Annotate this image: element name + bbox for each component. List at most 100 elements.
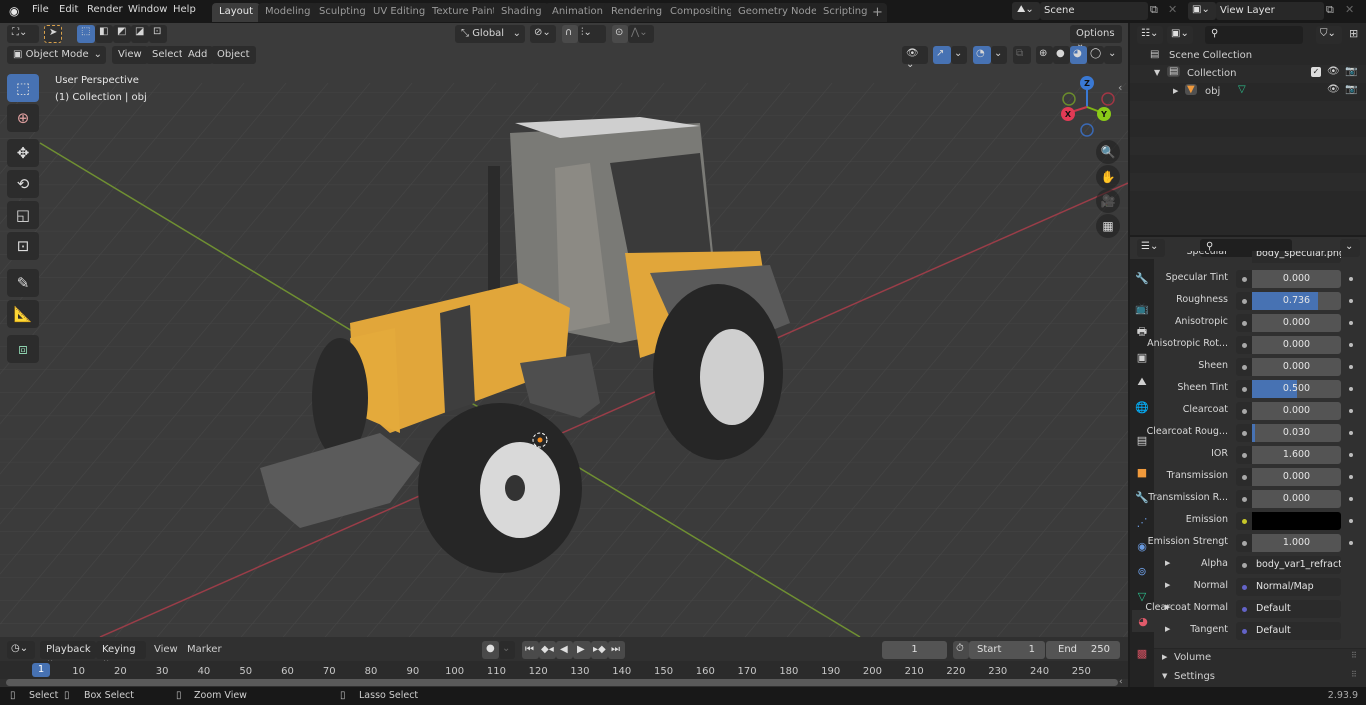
menu-marker[interactable]: Marker <box>187 644 222 655</box>
keyframe-dot-icon[interactable] <box>1349 321 1353 325</box>
timeline-scrollbar[interactable] <box>6 679 1118 686</box>
scene-selector-button[interactable]: ⛰⌄ <box>1012 2 1040 20</box>
delete-scene-icon[interactable]: ✕ <box>1168 3 1177 16</box>
pivot-point-dropdown[interactable]: ⊘⌄ <box>530 25 556 43</box>
shading-wireframe-button[interactable]: ⊕ <box>1036 46 1053 64</box>
socket-button[interactable] <box>1236 358 1252 376</box>
tab-texture-paint[interactable]: Texture Paint <box>425 3 504 22</box>
linked-node-field[interactable]: Default <box>1252 622 1341 640</box>
outliner-search-input[interactable]: ⚲ <box>1205 26 1303 44</box>
menu-edit[interactable]: Edit <box>59 4 78 15</box>
keyframe-dot-icon[interactable] <box>1349 387 1353 391</box>
current-frame-field[interactable]: 1 <box>882 641 947 659</box>
snap-target-dropdown[interactable]: ⫶⌄ <box>578 25 606 43</box>
prop-slider[interactable]: 0.500 <box>1252 380 1341 398</box>
drag-handle-icon[interactable]: ⠿ <box>1351 670 1357 679</box>
tool-select-box[interactable]: ⬚ <box>7 74 39 102</box>
menu-add[interactable]: Add <box>182 46 214 64</box>
blender-logo-icon[interactable]: ◉ <box>9 4 19 18</box>
outliner-row-collection[interactable]: ▼ ▤ Collection ✓ 👁 📷 <box>1130 65 1366 83</box>
linked-node-field[interactable]: body_var1_refractio... <box>1252 556 1341 574</box>
prev-keyframe-button[interactable]: ◆◂ <box>539 641 556 659</box>
expand-arrow-icon[interactable]: ▼ <box>1154 68 1160 77</box>
panel-settings[interactable]: ▼ Settings ⠿ <box>1154 668 1366 687</box>
tab-shading[interactable]: Shading <box>494 3 549 22</box>
keyframe-dot-icon[interactable] <box>1349 475 1353 479</box>
overlays-toggle[interactable]: ◔ <box>973 46 991 64</box>
panel-volume[interactable]: ▶ Volume ⠿ <box>1154 648 1366 668</box>
tool-rotate[interactable]: ⟲ <box>7 170 39 198</box>
select-invert-button[interactable]: ◪ <box>131 25 149 43</box>
keyframe-dot-icon[interactable] <box>1349 277 1353 281</box>
camera-render-icon[interactable]: 📷 <box>1345 84 1357 95</box>
expand-arrow-icon[interactable]: ▶ <box>1165 625 1170 633</box>
gizmo-dropdown[interactable]: ⌄ <box>951 46 967 64</box>
menu-file[interactable]: File <box>32 4 49 15</box>
menu-help[interactable]: Help <box>173 4 196 15</box>
socket-button[interactable] <box>1236 512 1252 530</box>
tab-compositing[interactable]: Compositing <box>663 3 740 22</box>
shading-solid-button[interactable]: ● <box>1053 46 1070 64</box>
prop-slider[interactable]: 1.600 <box>1252 446 1341 464</box>
start-frame-field[interactable]: Start 1 <box>969 641 1045 659</box>
object-mode-dropdown[interactable]: ▣ Object Mode ⌄ <box>7 46 106 64</box>
outliner-filter-dropdown[interactable]: ⛉⌄ <box>1316 26 1342 44</box>
end-frame-field[interactable]: End 250 <box>1046 641 1120 659</box>
prop-slider[interactable]: 0.736 <box>1252 292 1341 310</box>
new-view-layer-icon[interactable]: ⧉ <box>1326 3 1334 17</box>
keyframe-dot-icon[interactable] <box>1349 497 1353 501</box>
emission-color-swatch[interactable] <box>1252 512 1341 530</box>
toggle-perspective-button[interactable]: ▦ <box>1096 214 1120 238</box>
keyframe-dot-icon[interactable] <box>1349 299 1353 303</box>
socket-button[interactable] <box>1236 534 1252 552</box>
visibility-dropdown[interactable]: 👁⌄ <box>902 46 928 70</box>
drag-handle-icon[interactable]: ⠿ <box>1351 651 1357 660</box>
socket-button[interactable] <box>1236 556 1252 574</box>
keying-dropdown[interactable]: Keying ⌄ <box>96 641 146 666</box>
tab-uv-editing[interactable]: UV Editing <box>366 3 433 22</box>
camera-render-icon[interactable]: 📷 <box>1345 66 1357 77</box>
playback-dropdown[interactable]: Playback ⌄ <box>40 641 96 666</box>
tool-annotate[interactable]: ✎ <box>7 269 39 297</box>
socket-button[interactable] <box>1236 380 1252 398</box>
linked-node-field[interactable]: Default <box>1252 600 1341 618</box>
playhead[interactable]: 1 <box>32 663 50 677</box>
socket-button[interactable] <box>1236 468 1252 486</box>
select-extend-button[interactable]: ◧ <box>95 25 113 43</box>
prop-slider[interactable]: 0.000 <box>1252 468 1341 486</box>
display-mode-dropdown[interactable]: ▣⌄ <box>1167 26 1193 44</box>
socket-button[interactable] <box>1236 336 1252 354</box>
preview-range-toggle[interactable]: ⏱ <box>953 641 969 659</box>
tab-texture[interactable]: ▩ <box>1132 642 1152 664</box>
socket-button[interactable] <box>1236 424 1252 442</box>
keyframe-dot-icon[interactable] <box>1349 431 1353 435</box>
prop-slider[interactable]: 1.000 <box>1252 534 1341 552</box>
keyframe-dot-icon[interactable] <box>1349 365 1353 369</box>
socket-button[interactable] <box>1236 446 1252 464</box>
collapse-arrow-icon[interactable]: ‹ <box>1119 677 1123 687</box>
select-new-button[interactable]: ⬚ <box>77 25 95 43</box>
sidebar-toggle-icon[interactable]: ‹ <box>1118 81 1122 94</box>
pan-view-button[interactable]: ✋ <box>1096 165 1120 189</box>
expand-arrow-icon[interactable]: ▶ <box>1165 559 1170 567</box>
linked-node-field[interactable]: Normal/Map <box>1252 578 1341 596</box>
eye-icon[interactable]: 👁 <box>1327 84 1340 95</box>
prop-slider[interactable]: 0.000 <box>1252 336 1341 354</box>
keyframe-dot-icon[interactable] <box>1349 409 1353 413</box>
tool-move[interactable]: ✥ <box>7 139 39 167</box>
socket-button[interactable] <box>1236 600 1252 618</box>
auto-keying-toggle[interactable]: ● <box>482 641 499 659</box>
zoom-view-button[interactable]: 🔍 <box>1096 140 1120 164</box>
keyframe-dot-icon[interactable] <box>1349 541 1353 545</box>
socket-button[interactable] <box>1236 402 1252 420</box>
menu-view[interactable]: View <box>154 644 178 655</box>
prop-slider[interactable]: 0.000 <box>1252 402 1341 420</box>
menu-object[interactable]: Object <box>211 46 256 64</box>
prop-value-field[interactable]: body_specular.png <box>1252 251 1341 263</box>
socket-button[interactable] <box>1236 314 1252 332</box>
select-subtract-button[interactable]: ◩ <box>113 25 131 43</box>
delete-view-layer-icon[interactable]: ✕ <box>1345 3 1354 16</box>
menu-render[interactable]: Render <box>87 4 123 15</box>
shading-options-dropdown[interactable]: ⌄ <box>1104 46 1122 64</box>
menu-window[interactable]: Window <box>128 4 167 15</box>
